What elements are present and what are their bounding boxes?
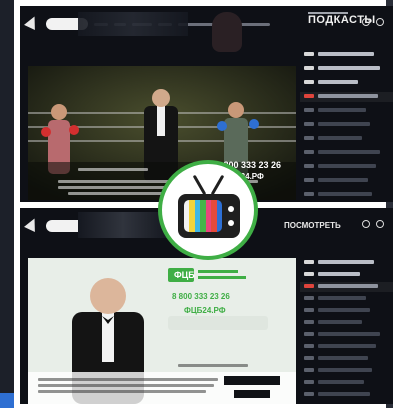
- schedule-row[interactable]: [300, 64, 393, 74]
- schedule-row[interactable]: [300, 294, 393, 304]
- color-bar-6: [216, 200, 222, 232]
- app-collage: ПОДКАСТЫ 8 800 333 23 26 ПОСМОТРЕТЬ ФЦБ …: [0, 0, 393, 408]
- antenna-right: [210, 174, 225, 196]
- ad-disclaimer: [38, 390, 206, 393]
- schedule-row[interactable]: [300, 366, 393, 376]
- search-icon[interactable]: [376, 18, 384, 26]
- schedule-row[interactable]: [300, 270, 393, 280]
- show-banner: [78, 12, 188, 36]
- schedule-row-current[interactable]: [300, 92, 393, 102]
- logo-icon[interactable]: [24, 216, 40, 232]
- search-link[interactable]: ПОСМОТРЕТЬ: [284, 221, 341, 230]
- ad-disclaimer: [38, 378, 218, 381]
- ad-site: ФЦБ24.РФ: [184, 306, 226, 315]
- location-icon[interactable]: [362, 220, 370, 228]
- color-bars: [184, 200, 222, 232]
- schedule-row[interactable]: [300, 148, 393, 158]
- schedule-row[interactable]: [300, 378, 393, 388]
- ad-caption: [178, 364, 248, 367]
- program-schedule: [300, 258, 393, 404]
- top-navigation: ПОДКАСТЫ: [20, 6, 393, 38]
- ad-brand: ФЦБ: [174, 270, 195, 280]
- retro-tv-icon: [158, 160, 258, 260]
- schedule-row[interactable]: [300, 190, 393, 200]
- schedule-row[interactable]: [300, 354, 393, 364]
- schedule-row[interactable]: [300, 78, 393, 88]
- host-face: [212, 12, 242, 52]
- nav-link[interactable]: [240, 23, 270, 26]
- tv-knob: [228, 220, 234, 226]
- schedule-row[interactable]: [300, 306, 393, 316]
- video-player[interactable]: 8 800 333 23 26 ФЦ24.РФ: [28, 66, 296, 200]
- schedule-row[interactable]: [300, 390, 393, 400]
- schedule-row[interactable]: [300, 176, 393, 186]
- schedule-row[interactable]: [300, 318, 393, 328]
- ad-disclaimer: [38, 384, 214, 387]
- location-icon[interactable]: [362, 18, 370, 26]
- search-icon[interactable]: [376, 220, 384, 228]
- schedule-row[interactable]: [300, 106, 393, 116]
- tv-knob: [228, 206, 234, 212]
- schedule-row[interactable]: [300, 162, 393, 172]
- ad-caption: [78, 168, 148, 171]
- left-edge-strip: [0, 0, 14, 408]
- show-banner: [78, 212, 168, 238]
- program-schedule: [300, 50, 393, 202]
- corner-badge: [0, 393, 14, 408]
- schedule-row[interactable]: [300, 258, 393, 268]
- schedule-row[interactable]: [300, 120, 393, 130]
- schedule-row[interactable]: [300, 50, 393, 60]
- logo-icon[interactable]: [24, 14, 40, 30]
- schedule-row[interactable]: [300, 330, 393, 340]
- antenna-left: [192, 174, 207, 196]
- tv-body: [178, 194, 240, 238]
- schedule-row[interactable]: [300, 342, 393, 352]
- video-player[interactable]: ФЦБ 8 800 333 23 26 ФЦБ24.РФ: [28, 258, 296, 404]
- schedule-row-current[interactable]: [300, 282, 393, 292]
- schedule-row[interactable]: [300, 134, 393, 144]
- ad-action-button[interactable]: [224, 376, 280, 385]
- ad-phone: 8 800 333 23 26: [172, 292, 230, 301]
- ad-action-button[interactable]: [234, 390, 270, 398]
